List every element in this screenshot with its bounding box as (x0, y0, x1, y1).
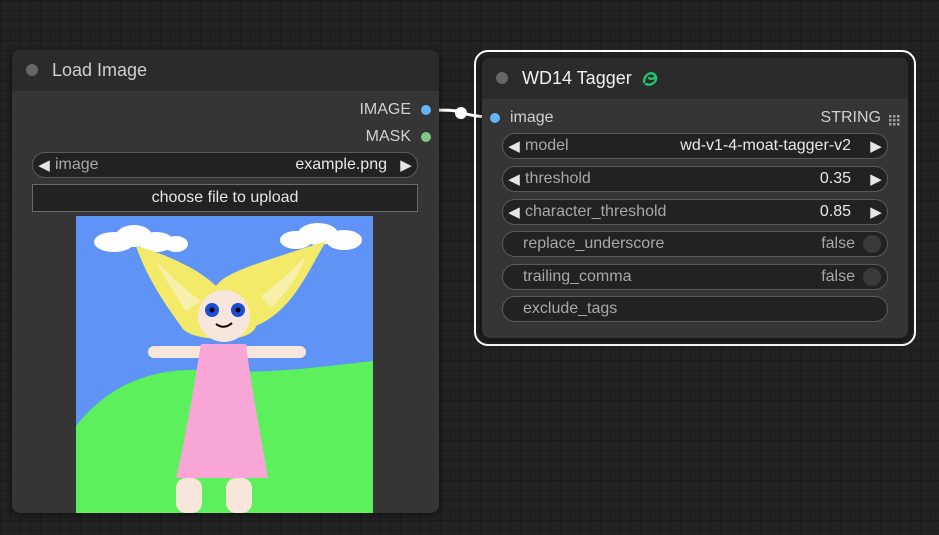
widget-label: threshold (525, 170, 591, 187)
widget-value: false (821, 235, 855, 252)
wd14-tagger-node[interactable]: WD14 Tagger image STRING ◀ model wd-v1-4… (482, 58, 908, 338)
output-label-string: STRING (820, 109, 881, 126)
custom-node-badge-icon (640, 68, 660, 88)
node-header[interactable]: WD14 Tagger (482, 58, 908, 99)
image-preview (76, 216, 373, 513)
toggle-indicator[interactable] (863, 235, 881, 253)
upload-button-label: choose file to upload (151, 189, 299, 206)
increment-arrow[interactable]: ▶ (865, 170, 887, 188)
model-combo-widget[interactable]: ◀ model wd-v1-4-moat-tagger-v2 ▶ (502, 133, 888, 159)
decrement-arrow[interactable]: ◀ (503, 203, 525, 221)
widget-label: character_threshold (525, 203, 667, 220)
output-slot-image[interactable] (421, 105, 431, 115)
widget-label: replace_underscore (523, 235, 665, 252)
node-title: WD14 Tagger (522, 67, 632, 88)
widget-label: trailing_comma (523, 268, 632, 285)
replace-underscore-toggle[interactable]: replace_underscore false (502, 231, 888, 257)
image-combo-widget[interactable]: ◀ image example.png ▶ (32, 152, 418, 178)
threshold-number-widget[interactable]: ◀ threshold 0.35 ▶ (502, 166, 888, 192)
widget-label: model (525, 137, 569, 154)
character-threshold-number-widget[interactable]: ◀ character_threshold 0.85 ▶ (502, 199, 888, 225)
widget-value: 0.35 (819, 170, 851, 187)
trailing-comma-toggle[interactable]: trailing_comma false (502, 264, 888, 290)
widget-value: false (821, 268, 855, 285)
input-label-image: image (510, 109, 554, 126)
node-header[interactable]: Load Image (12, 50, 439, 91)
output-slot-mask[interactable] (421, 132, 431, 142)
decrement-arrow[interactable]: ◀ (503, 170, 525, 188)
increment-arrow[interactable]: ▶ (865, 203, 887, 221)
widget-label: image (55, 156, 99, 173)
increment-arrow[interactable]: ▶ (865, 137, 887, 155)
exclude-tags-text-widget[interactable]: exclude_tags (502, 296, 888, 322)
decrement-arrow[interactable]: ◀ (503, 137, 525, 155)
widget-label: exclude_tags (523, 300, 618, 317)
decrement-arrow[interactable]: ◀ (33, 156, 55, 174)
upload-button[interactable]: choose file to upload (32, 184, 418, 212)
node-title: Load Image (52, 59, 148, 80)
widget-value: example.png (295, 156, 387, 173)
collapse-dot[interactable] (26, 64, 38, 76)
widget-value: wd-v1-4-moat-tagger-v2 (680, 137, 851, 154)
widget-value: 0.85 (819, 203, 851, 220)
load-image-node[interactable]: Load Image IMAGE MASK ◀ image example.pn… (12, 50, 439, 513)
increment-arrow[interactable]: ▶ (395, 156, 417, 174)
input-slot-image[interactable] (490, 113, 500, 123)
grid-dots-icon[interactable] (889, 113, 900, 125)
toggle-indicator[interactable] (863, 268, 881, 286)
output-label-mask: MASK (365, 128, 411, 145)
collapse-dot[interactable] (496, 72, 508, 84)
output-label-image: IMAGE (359, 101, 411, 118)
